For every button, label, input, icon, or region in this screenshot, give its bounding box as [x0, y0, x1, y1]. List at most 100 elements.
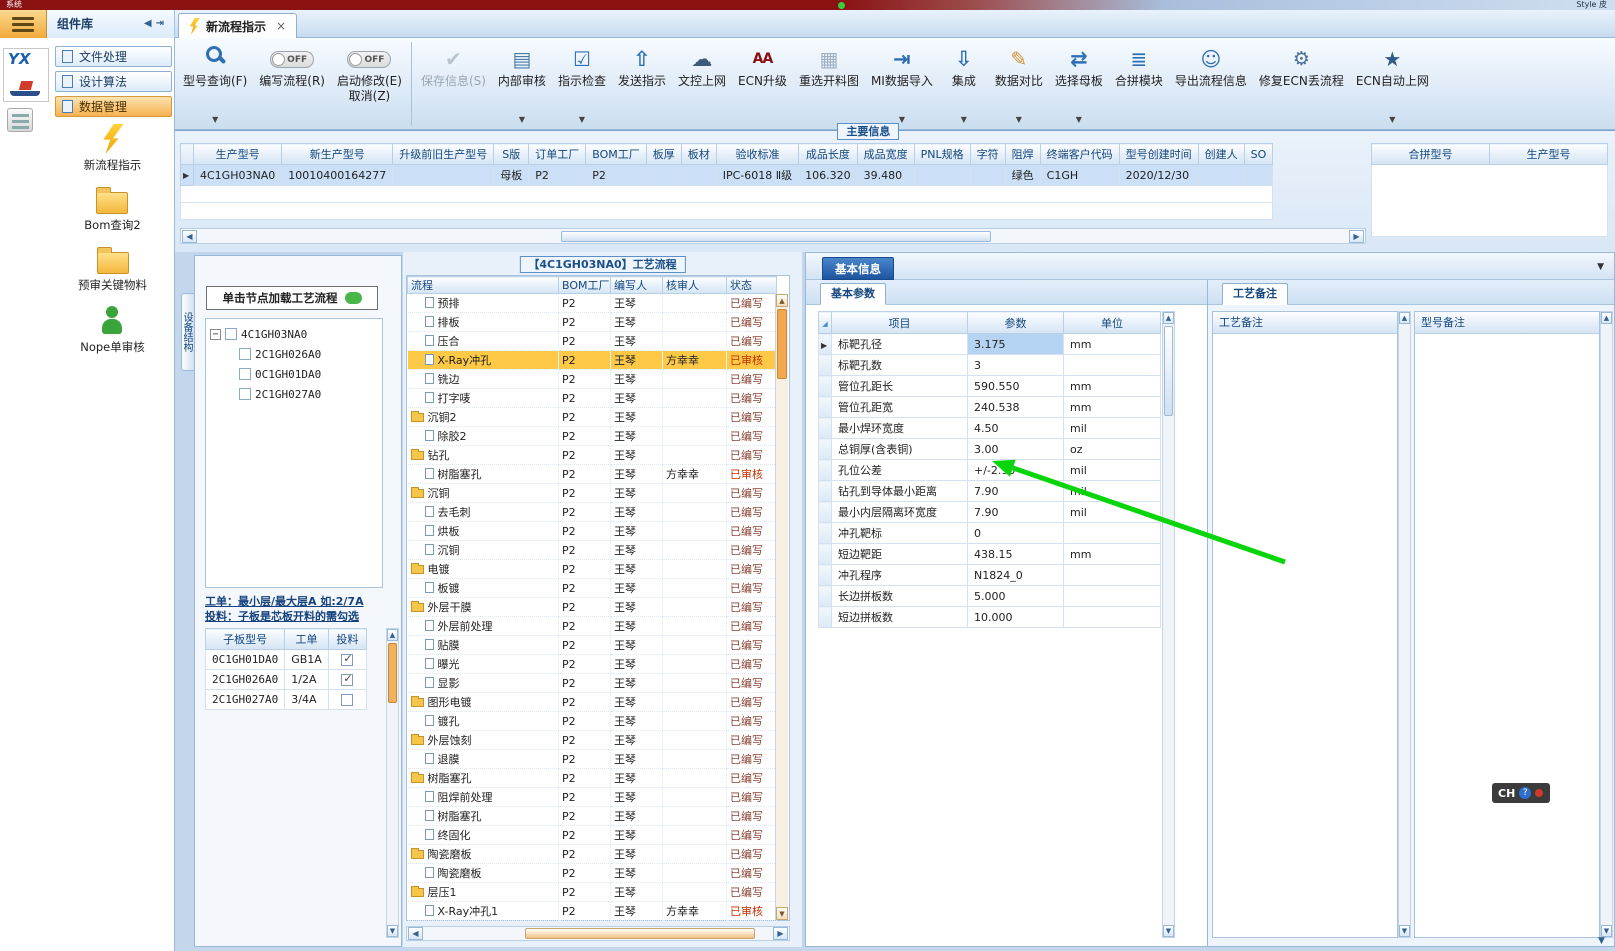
grid-cell[interactable]: [392, 164, 495, 186]
scroll-up-icon[interactable]: ▲: [1399, 312, 1410, 324]
param-unit[interactable]: mil: [1063, 417, 1161, 439]
process-row[interactable]: X-Ray冲孔 P2 王琴 方幸幸 已审核: [407, 350, 777, 370]
main-grid-selected-row[interactable]: ▶ 4C1GH03NA0 10010400164277 母板 P2 P2 IPC-6018…: [180, 164, 1274, 186]
scroll-thumb[interactable]: [777, 309, 787, 379]
sidebar-shortcut[interactable]: Bom查询2: [84, 186, 141, 233]
param-value[interactable]: 7.90: [967, 480, 1064, 502]
scroll-thumb[interactable]: [561, 230, 991, 242]
toolbar-button[interactable]: 重选开料图 ▼: [793, 42, 865, 126]
param-item[interactable]: 冲孔程序: [831, 564, 968, 586]
process-vscrollbar[interactable]: ▲ ▼: [775, 294, 788, 920]
param-unit[interactable]: [1063, 522, 1161, 544]
scroll-left-icon[interactable]: ◀: [182, 229, 197, 243]
param-item[interactable]: 孔位公差: [831, 459, 968, 481]
param-item[interactable]: 短边靶距: [831, 543, 968, 565]
grid-column-header[interactable]: S版: [493, 143, 530, 165]
scroll-right-icon[interactable]: ▶: [1349, 229, 1364, 243]
grid-cell[interactable]: IPC-6018 Ⅱ级: [715, 164, 800, 186]
scroll-up-icon[interactable]: ▲: [776, 294, 788, 307]
grid-cell[interactable]: 106.320: [798, 164, 858, 186]
process-column-header[interactable]: 流程: [407, 276, 559, 294]
scroll-thumb[interactable]: [388, 643, 397, 703]
subboard-column-header[interactable]: 子板型号: [204, 628, 286, 650]
toolbar-button[interactable]: 指示检查 ▼: [552, 42, 612, 126]
scroll-right-icon[interactable]: ▶: [773, 927, 788, 940]
grid-cell[interactable]: 2020/12/30: [1118, 164, 1199, 186]
dropdown-arrow-icon[interactable]: ▼: [212, 115, 218, 124]
param-unit[interactable]: mm: [1063, 333, 1161, 355]
grid-column-header[interactable]: 验收标准: [715, 143, 800, 165]
process-row[interactable]: 沉铜 P2 王琴 已编写: [407, 540, 777, 560]
grid-cell[interactable]: P2: [585, 164, 647, 186]
dropdown-arrow-icon[interactable]: ▼: [1016, 115, 1022, 124]
tab-basic-params[interactable]: 基本参数: [820, 283, 886, 305]
toolbar-button[interactable]: ECN升级 ▼: [732, 42, 793, 126]
subboard-row[interactable]: 2C1GH027A0 3/4A: [204, 689, 367, 710]
sidebar-shortcut[interactable]: 预审关键物料: [78, 246, 147, 293]
sidebar-shortcut[interactable]: Nope单审核: [80, 306, 145, 355]
grid-cell[interactable]: [913, 164, 971, 186]
grid-column-header[interactable]: SO: [1243, 143, 1274, 165]
param-value[interactable]: 3.175: [967, 333, 1064, 355]
ime-language-bar[interactable]: CH ?: [1492, 783, 1550, 803]
grid-cell[interactable]: 母板: [493, 164, 530, 186]
sidebar-nav-button[interactable]: 数据管理: [55, 96, 172, 117]
param-unit[interactable]: [1063, 354, 1161, 376]
param-row[interactable]: 钻孔到导体最小距离 7.90 mil: [818, 480, 1161, 502]
param-row[interactable]: 长边拼板数 5.000: [818, 585, 1161, 607]
param-value[interactable]: 7.90: [967, 501, 1064, 523]
grid-column-header[interactable]: 阻焊: [1004, 143, 1041, 165]
param-item[interactable]: 最小焊环宽度: [831, 417, 968, 439]
dropdown-arrow-icon[interactable]: ▼: [961, 115, 967, 124]
scroll-left-icon[interactable]: ◀: [408, 927, 423, 940]
grid-cell[interactable]: 4C1GH03NA0: [192, 164, 283, 186]
process-row[interactable]: 板镀 P2 王琴 已编写: [407, 578, 777, 598]
param-item[interactable]: 钻孔到导体最小距离: [831, 480, 968, 502]
param-column-header[interactable]: 参数: [967, 311, 1064, 334]
toolbar-button[interactable]: 内部审核 ▼: [492, 42, 552, 126]
grid-column-header[interactable]: 型号创建时间: [1118, 143, 1199, 165]
process-row[interactable]: 树脂塞孔 P2 王琴 方幸幸 已审核: [407, 464, 777, 484]
process-row[interactable]: 钻孔 P2 王琴 已编写: [407, 445, 777, 465]
basic-params-vscrollbar[interactable]: ▲ ▼: [1162, 311, 1175, 938]
param-item[interactable]: 长边拼板数: [831, 585, 968, 607]
sidebar-shortcut[interactable]: 新流程指示: [84, 124, 141, 173]
process-notes-body[interactable]: [1213, 334, 1397, 937]
device-structure-vertical-tab[interactable]: 设备结构: [181, 293, 195, 371]
ime-help-icon[interactable]: ?: [1519, 787, 1532, 799]
process-row[interactable]: 树脂塞孔 P2 王琴 已编写: [407, 768, 777, 788]
process-row[interactable]: 陶瓷磨板 P2 王琴 已编写: [407, 844, 777, 864]
style-label[interactable]: Style 皮: [1576, 0, 1607, 10]
grid-column-header[interactable]: 终端客户代码: [1039, 143, 1120, 165]
param-row[interactable]: 标靶孔数 3: [818, 354, 1161, 376]
param-unit[interactable]: [1063, 585, 1161, 607]
corner-caret-icon[interactable]: ▼: [1598, 936, 1605, 946]
param-value[interactable]: 3.00: [967, 438, 1064, 460]
toolbar-button[interactable]: 型号查询(F) ▼: [177, 42, 253, 126]
param-unit[interactable]: oz: [1063, 438, 1161, 460]
param-value[interactable]: 240.538: [967, 396, 1064, 418]
process-row[interactable]: 镀孔 P2 王琴 已编写: [407, 711, 777, 731]
param-row[interactable]: 总铜厚(含表铜) 3.00 oz: [818, 438, 1161, 460]
param-column-header[interactable]: 单位: [1063, 311, 1161, 334]
subboard-model[interactable]: 0C1GH01DA0: [204, 649, 286, 670]
process-row[interactable]: 去毛刺 P2 王琴 已编写: [407, 502, 777, 522]
grid-cell[interactable]: [645, 164, 682, 186]
param-value[interactable]: 0: [967, 522, 1064, 544]
subboard-order[interactable]: 1/2A: [284, 669, 329, 690]
param-row[interactable]: 冲孔程序 N1824_0: [818, 564, 1161, 586]
sidebar-nav-button[interactable]: 设计算法: [55, 71, 172, 92]
grid-cell[interactable]: [1243, 164, 1274, 186]
toggle-switch[interactable]: OFF: [347, 51, 392, 68]
param-row[interactable]: 短边拼板数 10.000: [818, 606, 1161, 628]
tab-process-notes[interactable]: 工艺备注: [1222, 283, 1288, 305]
param-item[interactable]: 标靶孔数: [831, 354, 968, 376]
grid-column-header[interactable]: 成品长度: [798, 143, 858, 165]
process-column-header[interactable]: BOM工厂: [558, 276, 611, 294]
grid-cell[interactable]: 绿色: [1004, 164, 1041, 186]
param-value[interactable]: 590.550: [967, 375, 1064, 397]
process-column-header[interactable]: 编写人: [610, 276, 663, 294]
toggle-switch[interactable]: OFF: [270, 51, 315, 68]
param-unit[interactable]: mil: [1063, 459, 1161, 481]
tab-close-icon[interactable]: ×: [276, 19, 286, 33]
